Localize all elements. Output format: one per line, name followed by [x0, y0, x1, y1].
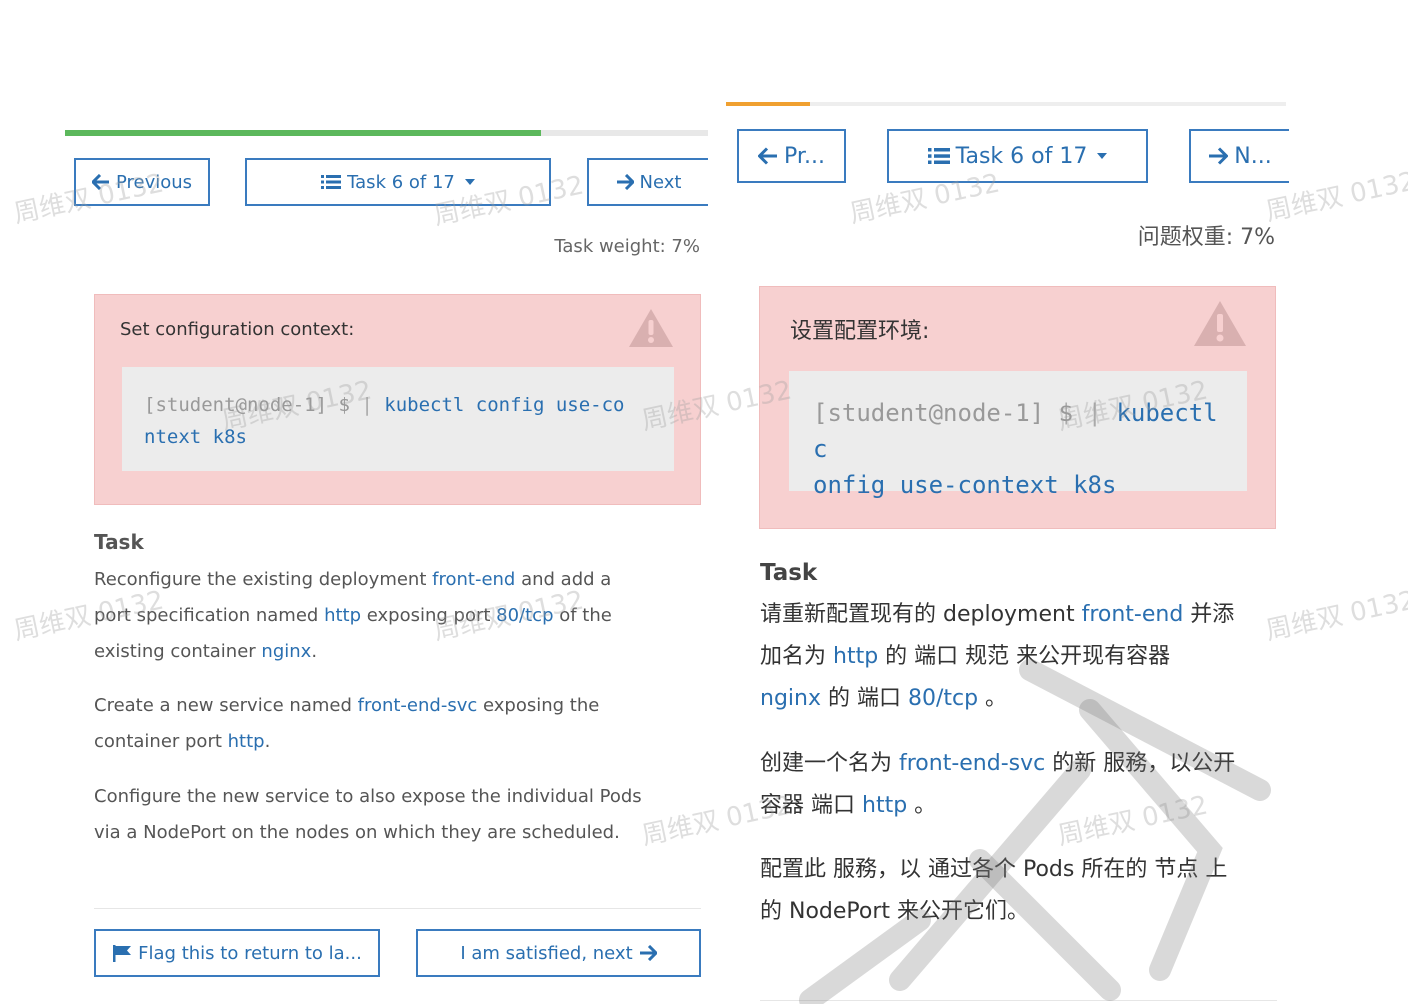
task-dropdown-button[interactable]: Task 6 of 17: [887, 129, 1148, 183]
code-block: [student@node-1] $ | kubectl config use-…: [122, 367, 674, 471]
task-heading: Task: [94, 530, 144, 554]
list-icon: [927, 148, 950, 164]
flag-label: Flag this to return to la...: [138, 942, 362, 964]
command-text-continued: ntext k8s: [144, 426, 247, 448]
arrow-right-icon: [616, 174, 634, 190]
next-label: N...: [1234, 143, 1272, 169]
caret-down-icon: [464, 179, 475, 185]
satisfied-next-button[interactable]: I am satisfied, next: [416, 929, 701, 977]
previous-label: Pr...: [784, 143, 825, 169]
previous-button[interactable]: Previous: [74, 158, 210, 206]
code-block: [student@node-1] $ | kubectl c onfig use…: [789, 371, 1247, 499]
task-paragraph-2: Create a new service named front-end-svc…: [94, 695, 600, 752]
task-label: Task 6 of 17: [955, 143, 1088, 169]
task-dropdown-button[interactable]: Task 6 of 17: [245, 158, 551, 206]
task-weight: Task weight: 7%: [554, 236, 700, 257]
flag-button[interactable]: Flag this to return to la...: [94, 929, 380, 977]
caret-down-icon: [1097, 153, 1108, 159]
progress-fill: [726, 102, 810, 106]
alert-title: 设置配置环境:: [790, 319, 930, 344]
task-heading: Task: [760, 560, 818, 586]
context-alert: Set configuration context: [student@node…: [94, 294, 701, 505]
progress-bar: [726, 102, 1286, 106]
prompt-separator: |: [1087, 399, 1102, 427]
shell-prompt: [student@node-1] $: [144, 394, 350, 416]
next-button[interactable]: N...: [1189, 129, 1289, 183]
next-button[interactable]: Next: [587, 158, 708, 206]
warning-icon: [629, 309, 673, 347]
list-icon: [321, 175, 342, 189]
arrow-left-icon: [758, 147, 778, 165]
command-text: kubectl config use-co: [384, 394, 625, 416]
warning-icon: [1194, 301, 1246, 346]
footer-divider: [94, 908, 701, 909]
progress-fill: [65, 130, 541, 136]
arrow-right-icon: [639, 945, 657, 961]
command-text-continued: onfig use-context k8s: [813, 471, 1117, 499]
brush-watermark: [799, 659, 1271, 1004]
progress-bar: [65, 130, 708, 136]
arrow-right-icon: [1209, 147, 1229, 165]
task-label: Task 6 of 17: [347, 171, 455, 193]
next-label: Next: [639, 171, 682, 193]
context-alert: 设置配置环境: [student@node-1] $ | kubectl c o…: [759, 286, 1276, 529]
task-weight: 问题权重: 7%: [1137, 225, 1275, 250]
prompt-separator: |: [361, 394, 373, 416]
alert-title: Set configuration context:: [120, 319, 355, 340]
task-paragraph-3: Configure the new service to also expose…: [94, 786, 642, 843]
arrow-left-icon: [91, 174, 109, 190]
shell-prompt: [student@node-1] $: [813, 399, 1074, 427]
previous-button[interactable]: Pr...: [737, 129, 846, 183]
task-paragraph-1: Reconfigure the existing deployment fron…: [94, 569, 612, 662]
flag-icon: [113, 945, 132, 962]
satisfied-label: I am satisfied, next: [460, 942, 633, 964]
previous-label: Previous: [115, 171, 193, 193]
